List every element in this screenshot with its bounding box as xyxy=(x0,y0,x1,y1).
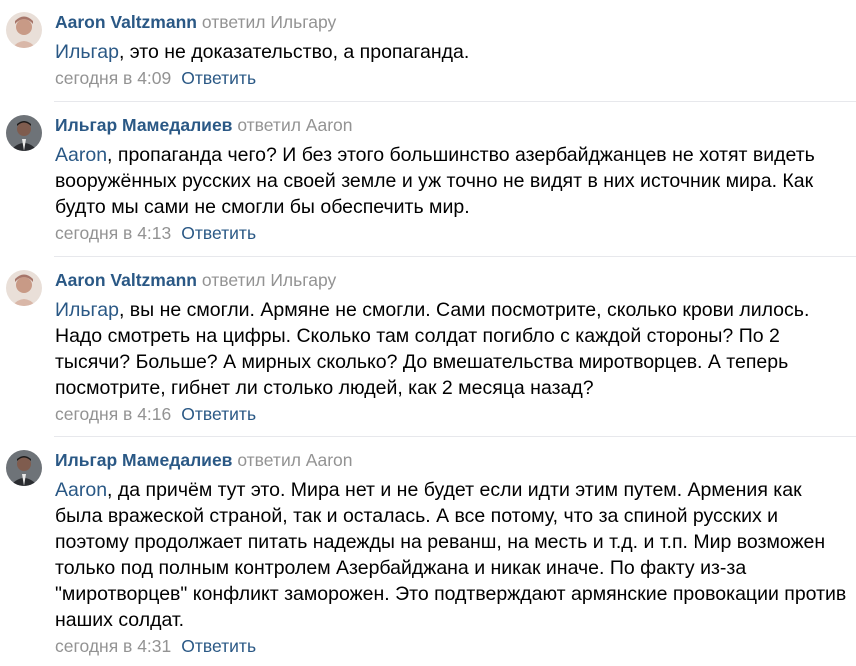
comment-divider xyxy=(54,436,856,437)
mention-link[interactable]: Aaron xyxy=(55,479,107,501)
comment-body: , пропаганда чего? И без этого большинст… xyxy=(55,144,815,218)
comment-divider xyxy=(54,101,856,102)
comment-time[interactable]: сегодня в 4:31 xyxy=(55,636,171,656)
author-link[interactable]: Ильгар Мамедалиев xyxy=(55,115,232,135)
comment-text: Aaron, пропаганда чего? И без этого боль… xyxy=(55,142,851,220)
user-avatar-icon[interactable] xyxy=(6,270,42,306)
comment-text: Ильгар, вы не смогли. Армяне не смогли. … xyxy=(55,297,851,401)
reply-button[interactable]: Ответить xyxy=(181,223,256,243)
comment-header: Aaron Valtzmann ответил Ильгару xyxy=(55,268,336,292)
user-avatar-icon[interactable] xyxy=(6,450,42,486)
author-link[interactable]: Ильгар Мамедалиев xyxy=(55,450,232,470)
author-link[interactable]: Aaron Valtzmann xyxy=(55,12,197,32)
comment-body: , да причём тут это. Мира нет и не будет… xyxy=(55,479,847,631)
mention-link[interactable]: Ильгар xyxy=(55,299,119,321)
comment-body: , это не доказательство, а пропаганда. xyxy=(118,41,470,63)
comment-meta: сегодня в 4:16 Ответить xyxy=(55,402,256,426)
comment-meta: сегодня в 4:13 Ответить xyxy=(55,221,256,245)
reply-button[interactable]: Ответить xyxy=(181,68,256,88)
replied-to-label[interactable]: ответил Ильгару xyxy=(202,12,336,32)
user-avatar-icon[interactable] xyxy=(6,115,42,151)
comment-header: Ильгар Мамедалиев ответил Aaron xyxy=(55,113,353,137)
comment-header: Aaron Valtzmann ответил Ильгару xyxy=(55,10,336,34)
comment-meta: сегодня в 4:09 Ответить xyxy=(55,66,256,90)
comment-divider xyxy=(54,256,856,257)
replied-to-label[interactable]: ответил Aaron xyxy=(237,450,352,470)
comment-body: , вы не смогли. Армяне не смогли. Сами п… xyxy=(55,299,810,399)
comment-meta: сегодня в 4:31 Ответить xyxy=(55,634,256,658)
user-avatar-icon[interactable] xyxy=(6,12,42,48)
comment-header: Ильгар Мамедалиев ответил Aaron xyxy=(55,448,353,472)
author-link[interactable]: Aaron Valtzmann xyxy=(55,270,197,290)
replied-to-label[interactable]: ответил Aaron xyxy=(237,115,352,135)
replied-to-label[interactable]: ответил Ильгару xyxy=(202,270,336,290)
comment-text: Ильгар, это не доказательство, а пропага… xyxy=(55,39,851,65)
mention-link[interactable]: Ильгар xyxy=(55,41,119,63)
comment-time[interactable]: сегодня в 4:13 xyxy=(55,223,171,243)
comment-time[interactable]: сегодня в 4:09 xyxy=(55,68,171,88)
reply-button[interactable]: Ответить xyxy=(181,636,256,656)
reply-button[interactable]: Ответить xyxy=(181,404,256,424)
mention-link[interactable]: Aaron xyxy=(55,144,107,166)
comment-time[interactable]: сегодня в 4:16 xyxy=(55,404,171,424)
comment-text: Aaron, да причём тут это. Мира нет и не … xyxy=(55,477,851,633)
